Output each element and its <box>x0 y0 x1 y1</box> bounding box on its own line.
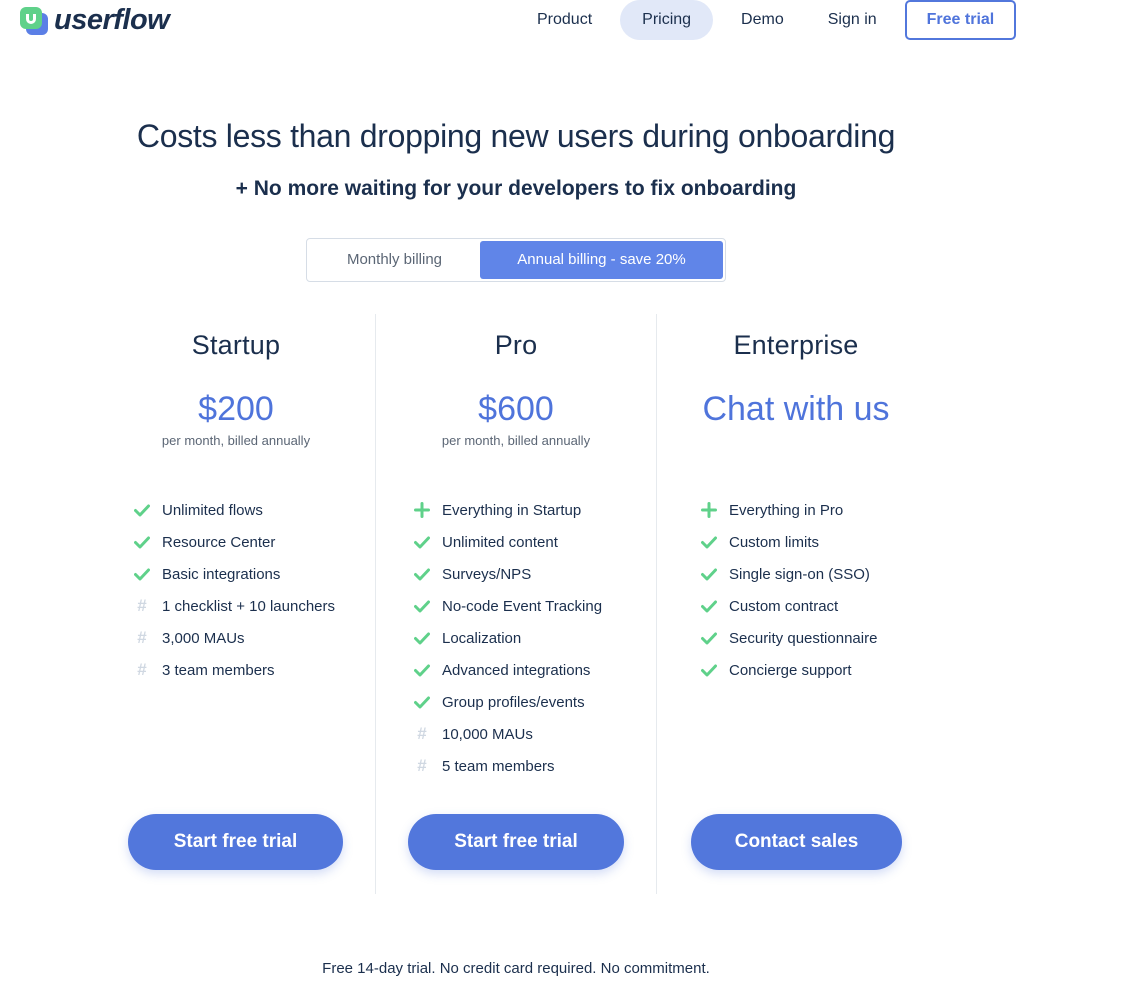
plan-name: Enterprise <box>733 330 859 360</box>
check-icon <box>134 568 162 581</box>
feature-text: Custom limits <box>729 533 820 551</box>
feature-text: Single sign-on (SSO) <box>729 565 870 583</box>
feature-item: Single sign-on (SSO) <box>701 558 877 590</box>
hash-icon: # <box>137 660 147 679</box>
feature-text: Advanced integrations <box>442 661 591 679</box>
nav-demo[interactable]: Demo <box>719 0 806 40</box>
feature-item: #5 team members <box>414 750 602 782</box>
check-icon <box>414 536 442 549</box>
feature-item: Custom limits <box>701 526 877 558</box>
check-icon <box>414 600 442 613</box>
plan-pro: Pro $600 per month, billed annually Everyth… <box>376 330 656 870</box>
check-icon <box>701 664 729 677</box>
check-icon <box>414 696 442 709</box>
start-free-trial-button[interactable]: Start free trial <box>408 814 624 870</box>
feature-item: Unlimited flows <box>134 494 335 526</box>
brand-name: userflow <box>54 4 170 36</box>
main-nav: Product Pricing Demo Sign in Free trial <box>515 0 1017 40</box>
feature-item: #10,000 MAUs <box>414 718 602 750</box>
feature-text: Unlimited flows <box>162 501 263 519</box>
feature-text: Group profiles/events <box>442 693 585 711</box>
feature-item: Everything in Pro <box>701 494 877 526</box>
nav-pricing[interactable]: Pricing <box>620 0 714 40</box>
check-icon <box>414 568 442 581</box>
feature-text: Localization <box>442 629 522 647</box>
feature-text: 3 team members <box>162 661 275 679</box>
feature-item: #1 checklist + 10 launchers <box>134 590 335 622</box>
feature-item: Everything in Startup <box>414 494 602 526</box>
feature-text: No-code Event Tracking <box>442 597 603 615</box>
check-icon <box>701 600 729 613</box>
check-icon <box>134 504 162 517</box>
monthly-billing-option[interactable]: Monthly billing <box>309 241 480 279</box>
userflow-logo[interactable]: userflow <box>20 4 170 36</box>
feature-text: Everything in Pro <box>729 501 844 519</box>
feature-item: Security questionnaire <box>701 622 877 654</box>
plus-icon <box>701 502 729 518</box>
plus-icon <box>414 502 442 518</box>
price-note: per month, billed annually <box>441 433 591 448</box>
nav-sign-in[interactable]: Sign in <box>806 0 899 40</box>
feature-text: Unlimited content <box>442 533 558 551</box>
feature-item: Custom contract <box>701 590 877 622</box>
feature-text: Security questionnaire <box>729 629 878 647</box>
nav-product[interactable]: Product <box>515 0 614 40</box>
contact-sales-button[interactable]: Contact sales <box>691 814 902 870</box>
check-icon <box>414 664 442 677</box>
feature-text: 5 team members <box>442 757 555 775</box>
feature-text: Basic integrations <box>162 565 281 583</box>
feature-text: 1 checklist + 10 launchers <box>162 597 336 615</box>
plan-price: $200 <box>198 390 274 428</box>
hash-icon: # <box>417 724 427 743</box>
check-icon <box>701 568 729 581</box>
feature-item: Localization <box>414 622 602 654</box>
feature-list: Everything in Pro Custom limits Single sig… <box>701 494 877 686</box>
feature-text: Custom contract <box>729 597 839 615</box>
userflow-logo-icon <box>20 5 50 35</box>
start-free-trial-button[interactable]: Start free trial <box>128 814 343 870</box>
plan-name: Startup <box>191 330 281 360</box>
hash-icon: # <box>417 756 427 775</box>
feature-item: Surveys/NPS <box>414 558 602 590</box>
feature-item: Unlimited content <box>414 526 602 558</box>
feature-text: Everything in Startup <box>442 501 582 519</box>
price-note: per month, billed annually <box>161 433 311 448</box>
hash-icon: # <box>137 628 147 647</box>
feature-item: #3 team members <box>134 654 335 686</box>
feature-text: Surveys/NPS <box>442 565 532 583</box>
trial-footnote: Free 14-day trial. No credit card requir… <box>322 960 710 977</box>
check-icon <box>414 632 442 645</box>
plan-name: Pro <box>494 330 538 360</box>
feature-item: #3,000 MAUs <box>134 622 335 654</box>
plan-startup: Startup $200 per month, billed annually Unl… <box>96 330 376 870</box>
hash-icon: # <box>137 596 147 615</box>
check-icon <box>134 536 162 549</box>
plan-price: Chat with us <box>702 390 890 428</box>
plan-price: $600 <box>478 390 554 428</box>
check-icon <box>701 536 729 549</box>
feature-text: 10,000 MAUs <box>442 725 533 743</box>
feature-item: Resource Center <box>134 526 335 558</box>
page-subheadline: + No more waiting for your developers to… <box>235 177 797 200</box>
feature-text: Concierge support <box>729 661 852 679</box>
feature-list: Everything in Startup Unlimited content Su… <box>414 494 602 782</box>
annual-billing-option[interactable]: Annual billing - save 20% <box>480 241 723 279</box>
page-headline: Costs less than dropping new users durin… <box>136 118 896 154</box>
feature-item: Group profiles/events <box>414 686 602 718</box>
price-note <box>656 433 936 449</box>
feature-item: Advanced integrations <box>414 654 602 686</box>
feature-list: Unlimited flows Resource Center Basic inte… <box>134 494 335 686</box>
feature-item: No-code Event Tracking <box>414 590 602 622</box>
check-icon <box>701 632 729 645</box>
feature-text: 3,000 MAUs <box>162 629 245 647</box>
feature-item: Basic integrations <box>134 558 335 590</box>
billing-toggle: Monthly billing Annual billing - save 20… <box>306 238 726 282</box>
feature-item: Concierge support <box>701 654 877 686</box>
plan-enterprise: Enterprise Chat with us Everything in Pro C… <box>656 330 936 870</box>
free-trial-button[interactable]: Free trial <box>904 0 1017 40</box>
feature-text: Resource Center <box>162 533 276 551</box>
